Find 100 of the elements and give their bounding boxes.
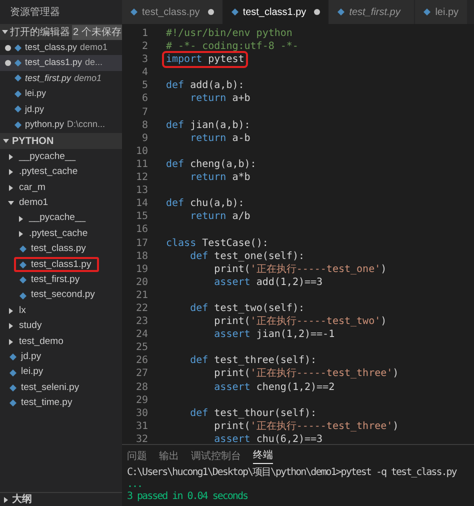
python-file-icon xyxy=(423,8,432,16)
line-number: 25 xyxy=(134,341,149,354)
code-line: print('正在执行-----test_two') xyxy=(213,315,388,328)
code-line: assert chu(6,2)==3 xyxy=(213,432,324,444)
file-name: test_first.py xyxy=(25,72,72,85)
folder-item[interactable]: .pytest_cache xyxy=(0,226,122,242)
code-line: def jian(a,b): xyxy=(165,118,252,132)
chevron-right-icon[interactable] xyxy=(8,338,14,345)
code-line: return a+b xyxy=(189,92,252,106)
line-number: 27 xyxy=(134,367,149,381)
line-number: 30 xyxy=(134,406,149,420)
line-number: 18 xyxy=(134,250,149,263)
chevron-down-icon[interactable] xyxy=(8,200,14,206)
line-number: 22 xyxy=(134,302,149,316)
line-number: 15 xyxy=(134,210,149,224)
folder-item[interactable]: study xyxy=(0,318,122,334)
open-editor-item[interactable]: test_first.py demo1 xyxy=(0,70,122,86)
line-number: 32 xyxy=(134,432,149,444)
folder-item[interactable]: demo1 xyxy=(0,196,122,211)
code-line: return a/b xyxy=(189,210,252,224)
line-number: 29 xyxy=(134,394,149,407)
editor-tab[interactable]: test_first.py xyxy=(329,0,416,24)
file-name: test_class1.py xyxy=(25,56,82,70)
code-line: def add(a,b): xyxy=(165,79,246,92)
code-line: # -*- coding:utf-8 -*- xyxy=(165,40,300,54)
line-number: 13 xyxy=(134,184,149,198)
editor-tab[interactable]: lei.py xyxy=(415,0,468,24)
line-number: 6 xyxy=(140,92,149,106)
line-number: 26 xyxy=(134,354,149,368)
folder-item[interactable]: __pycache__ xyxy=(0,210,122,226)
file-item[interactable]: jd.py xyxy=(4,350,50,365)
section-header[interactable]: PYTHON xyxy=(0,133,122,150)
file-item[interactable]: lei.py xyxy=(4,365,52,380)
chevron-right-icon[interactable] xyxy=(8,169,14,176)
panel-tab[interactable]: 输出 xyxy=(159,448,179,464)
code-line: #!/usr/bin/env python xyxy=(165,27,294,40)
line-number: 7 xyxy=(140,106,149,119)
open-editor-item[interactable]: lei.py xyxy=(0,86,122,102)
section-title: 打开的编辑器 xyxy=(10,26,70,40)
chevron-right-icon[interactable] xyxy=(3,496,9,502)
code-line: print('正在执行-----test_three') xyxy=(213,367,400,381)
file-item[interactable]: test_first.py xyxy=(14,272,88,288)
chevron-right-icon[interactable] xyxy=(8,323,14,330)
line-number: 31 xyxy=(134,420,149,433)
section-header[interactable]: 大纲 xyxy=(0,492,122,506)
chevron-right-icon[interactable] xyxy=(8,308,14,314)
file-item[interactable]: test_time.py xyxy=(4,396,80,411)
chevron-right-icon[interactable] xyxy=(18,230,24,237)
folder-item[interactable]: lx xyxy=(0,303,122,319)
editor-tab[interactable]: test_class.py xyxy=(122,0,223,24)
line-number: 16 xyxy=(134,223,149,236)
line-number: 1 xyxy=(140,27,149,40)
panel-tab[interactable]: 终端 xyxy=(253,448,273,464)
line-number: 24 xyxy=(134,328,149,342)
unsaved-badge: 2 个未保存 xyxy=(72,24,122,40)
panel-tab[interactable]: 调试控制台 xyxy=(191,448,241,464)
sidebar-title: 资源管理器 xyxy=(10,6,60,20)
code-line: import pytest xyxy=(164,53,246,66)
line-number: 21 xyxy=(134,288,149,302)
folder-item[interactable]: __pycache__ xyxy=(0,149,122,165)
chevron-right-icon[interactable] xyxy=(18,216,24,222)
line-number: 3 xyxy=(140,53,149,66)
code-line: def test_two(self): xyxy=(189,302,306,316)
open-editor-item[interactable]: test_class1.py de... xyxy=(0,55,122,71)
line-number: 11 xyxy=(134,158,149,172)
file-item[interactable]: test_class1.py xyxy=(14,257,100,272)
terminal-line: C:\Users\hucong1\Desktop\项目\python\demo1>pytest -q test_class.py xyxy=(127,467,458,479)
editor-tab[interactable]: test_class1.py xyxy=(222,0,330,24)
code-line: def test_thour(self): xyxy=(189,406,318,420)
file-item[interactable]: test_second.py xyxy=(14,288,103,304)
file-name: python.py xyxy=(25,118,64,131)
chevron-down-icon[interactable] xyxy=(3,138,9,144)
code-line: return a*b xyxy=(189,171,252,184)
file-item[interactable]: test_seleni.py xyxy=(4,380,88,396)
code-line: print('正在执行-----test_three') xyxy=(213,420,400,433)
line-number: 10 xyxy=(134,144,149,158)
file-path: D:\ccnn... xyxy=(67,118,106,131)
python-file-icon xyxy=(230,8,239,16)
file-name: jd.py xyxy=(25,102,44,116)
folder-item[interactable]: .pytest_cache xyxy=(0,164,122,180)
open-editor-item[interactable]: test_class.py demo1 xyxy=(0,40,122,56)
panel-tab[interactable]: 问题 xyxy=(127,448,147,464)
code-line: assert jian(1,2)==-1 xyxy=(213,328,336,342)
file-name: test_class.py xyxy=(25,40,78,54)
chevron-right-icon[interactable] xyxy=(8,154,14,160)
section-header[interactable]: 打开的编辑器 2 个未保存 xyxy=(0,24,122,40)
code-line: def test_one(self): xyxy=(189,250,306,263)
terminal-line: ... xyxy=(127,479,144,491)
line-number: 20 xyxy=(134,276,149,289)
folder-item[interactable]: test_demo xyxy=(0,334,122,350)
file-item[interactable]: test_class.py xyxy=(14,242,94,257)
open-editor-item[interactable]: python.py D:\ccnn... xyxy=(0,116,122,132)
file-path: de... xyxy=(85,56,103,70)
chevron-right-icon[interactable] xyxy=(8,184,14,191)
chevron-down-icon[interactable] xyxy=(2,29,8,35)
line-number: 14 xyxy=(134,197,149,210)
line-number: 19 xyxy=(134,262,149,276)
file-name: lei.py xyxy=(25,87,46,100)
open-editor-item[interactable]: jd.py xyxy=(0,102,122,117)
folder-item[interactable]: car_m xyxy=(0,180,122,196)
